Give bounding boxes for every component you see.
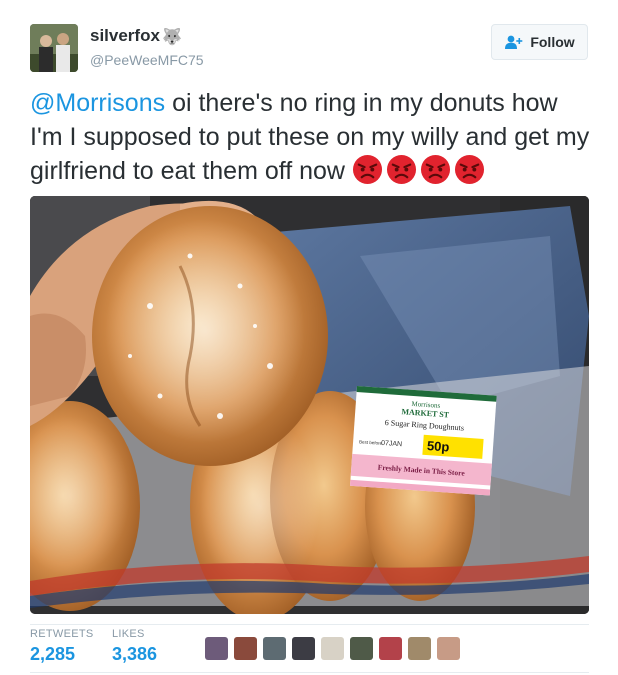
likes-count[interactable]: 3,386: [112, 644, 157, 665]
likes-label: LIKES: [112, 628, 145, 640]
liker-avatar[interactable]: [350, 637, 373, 660]
user-handle[interactable]: @PeeWeeMFC75: [90, 52, 204, 68]
tweet-text: @Morrisons oi there's no ring in my donu…: [30, 86, 595, 188]
mention-link[interactable]: @Morrisons: [30, 89, 165, 117]
likes-stat[interactable]: LIKES 3,386: [112, 628, 157, 665]
angry-face-icon: [420, 154, 450, 185]
liker-avatar[interactable]: [379, 637, 402, 660]
retweets-label: RETWEETS: [30, 628, 94, 640]
wolf-icon: 🐺: [161, 29, 182, 46]
display-name-text[interactable]: silverfox: [90, 26, 160, 45]
angry-face-icon: [352, 154, 382, 185]
liker-avatar[interactable]: [292, 637, 315, 660]
liker-avatar[interactable]: [234, 637, 257, 660]
add-user-icon: [505, 35, 523, 49]
angry-face-icon: [454, 154, 484, 185]
stats-divider-bottom: [30, 672, 589, 673]
avatar[interactable]: [30, 24, 78, 72]
follow-button-label: Follow: [530, 34, 575, 50]
stats-divider-top: [30, 624, 589, 625]
liker-avatar[interactable]: [437, 637, 460, 660]
angry-face-icon: [386, 154, 416, 185]
follow-button[interactable]: Follow: [491, 24, 588, 60]
liker-avatar[interactable]: [408, 637, 431, 660]
liker-avatars: [205, 637, 460, 660]
retweets-count[interactable]: 2,285: [30, 644, 94, 665]
display-name[interactable]: silverfox 🐺: [90, 26, 182, 48]
liker-avatar[interactable]: [205, 637, 228, 660]
angry-emoji-group: [352, 154, 488, 185]
liker-avatar[interactable]: [263, 637, 286, 660]
label-best-before-date: 07JAN: [381, 440, 402, 448]
label-price: 50p: [426, 438, 449, 455]
liker-avatar[interactable]: [321, 637, 344, 660]
retweets-stat[interactable]: RETWEETS 2,285: [30, 628, 94, 665]
tweet-photo[interactable]: Morrisons MARKET ST 6 Sugar Ring Doughnu…: [30, 196, 589, 614]
